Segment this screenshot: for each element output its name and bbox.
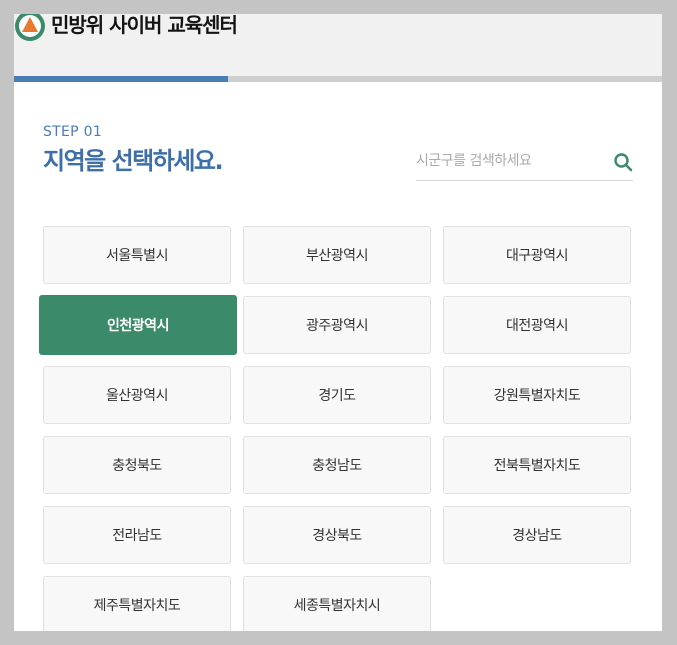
region-button-selected[interactable]: 인천광역시 (39, 295, 237, 355)
region-button[interactable]: 부산광역시 (243, 226, 431, 284)
site-header: 민방위 사이버 교육센터 (14, 14, 662, 76)
region-button[interactable]: 경상북도 (243, 506, 431, 564)
page-title: 지역을 선택하세요. (43, 147, 224, 175)
region-button[interactable]: 전북특별자치도 (443, 436, 631, 494)
search-input[interactable] (416, 144, 596, 178)
site-title[interactable]: 민방위 사이버 교육센터 (51, 14, 238, 37)
app-frame: 민방위 사이버 교육센터 STEP 01 지역을 선택하세요. 서울특별시부산광… (14, 14, 662, 631)
region-button[interactable]: 경기도 (243, 366, 431, 424)
search-box (416, 144, 633, 181)
civil-defense-emblem-icon[interactable] (14, 14, 46, 42)
step-label: STEP 01 (43, 124, 103, 140)
region-button[interactable]: 광주광역시 (243, 296, 431, 354)
region-button[interactable]: 대구광역시 (443, 226, 631, 284)
region-button[interactable]: 세종특별자치시 (243, 576, 431, 631)
region-button[interactable]: 제주특별자치도 (43, 576, 231, 631)
region-button[interactable]: 전라남도 (43, 506, 231, 564)
region-button[interactable]: 경상남도 (443, 506, 631, 564)
region-select-card: STEP 01 지역을 선택하세요. 서울특별시부산광역시대구광역시인천광역시광… (14, 82, 662, 631)
region-button[interactable]: 강원특별자치도 (443, 366, 631, 424)
region-button[interactable]: 서울특별시 (43, 226, 231, 284)
region-button[interactable]: 대전광역시 (443, 296, 631, 354)
region-button[interactable]: 울산광역시 (43, 366, 231, 424)
region-button[interactable]: 충청남도 (243, 436, 431, 494)
region-button[interactable]: 충청북도 (43, 436, 231, 494)
search-icon[interactable] (613, 152, 633, 172)
